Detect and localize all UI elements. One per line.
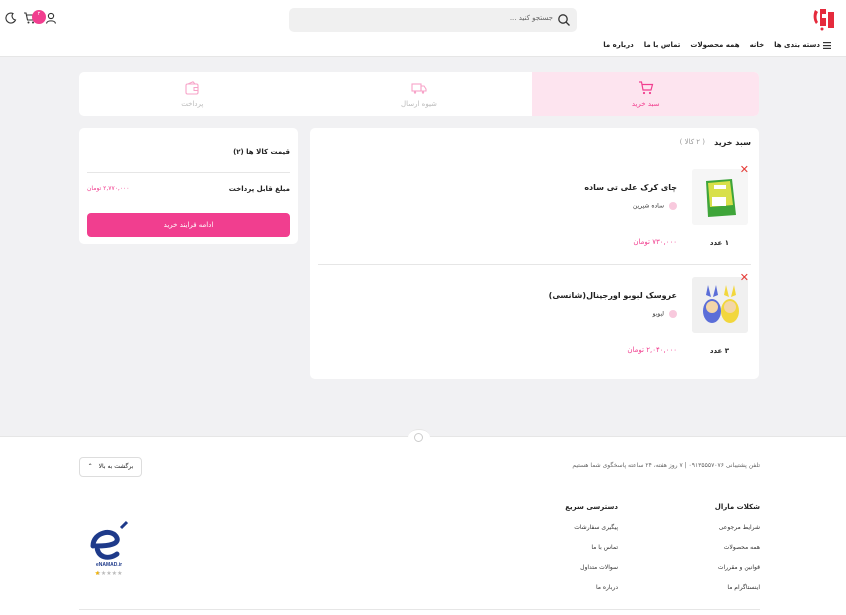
enamad-logo: eNAMAD.ir ★★★★★ ★ [90, 520, 129, 577]
site-header: جستجو کنید ... ۲ دسته بندی ها خانه همه م… [0, 0, 846, 57]
item-price: ۲,۰۴۰,۰۰۰ تومان [627, 346, 677, 354]
site-footer: تلفن پشتیبانی ۰۹۱۳۵۵۵۷۰۷۶ | ۷ روز هفته، … [0, 429, 846, 615]
footer-column-title: دسترسی سریع [565, 503, 618, 511]
cart-item: ✕ عروسک لبوبو اورجینال(شانسی) لبوبو ۳ عد… [310, 271, 759, 383]
nav-home[interactable]: خانه [750, 41, 765, 51]
product-name[interactable]: چای کرک علی تی ساده [584, 183, 677, 192]
cart-item: ✕ چای کرک علی تی ساده ساده شیرین ۱ عدد ۷… [310, 163, 759, 275]
footer-notch-icon [414, 433, 423, 442]
item-quantity: ۳ عدد [709, 347, 729, 355]
cart-button[interactable]: ۲ [23, 10, 46, 24]
variant-label: لبوبو [652, 310, 664, 318]
nav-contact[interactable]: تماس با ما [644, 41, 681, 51]
moon-icon [5, 12, 17, 24]
truck-icon [411, 83, 427, 94]
payable-label: مبلغ قابل پرداخت [228, 185, 290, 193]
header-actions: ۲ [4, 10, 58, 26]
footer-notch [408, 429, 430, 445]
menu-icon [823, 42, 831, 49]
cart-badge: ۲ [32, 10, 46, 24]
summary-divider [87, 172, 290, 173]
item-quantity: ۱ عدد [709, 239, 729, 247]
step-label: سبد خرید [631, 100, 660, 108]
footer-link[interactable]: قوانین و مقررات [715, 564, 760, 571]
search-placeholder: جستجو کنید ... [509, 14, 553, 22]
search-icon [558, 14, 570, 26]
footer-link[interactable]: اینستاگرام ما [715, 584, 760, 591]
product-image[interactable] [692, 169, 748, 225]
footer-link[interactable]: درباره ما [565, 584, 618, 591]
product-variant: ساده شیرین [633, 202, 677, 210]
back-to-top-button[interactable]: برگشت به بالا ⌃ [79, 457, 142, 477]
enamad-badge[interactable]: eNAMAD.ir ★★★★★ ★ [83, 516, 135, 582]
nav-about[interactable]: درباره ما [603, 41, 633, 51]
nav-categories[interactable]: دسته بندی ها [774, 41, 820, 51]
footer-link[interactable]: شرایط مرجوعی [715, 524, 760, 531]
cart-count: ( ۲ کالا ) [679, 138, 705, 146]
enamad-text: eNAMAD.ir [96, 562, 122, 568]
order-summary: قیمت کالا ها (۲) مبلغ قابل پرداخت ۲,۷۷۰,… [79, 128, 298, 244]
item-price: ۷۳۰,۰۰۰ تومان [633, 238, 677, 246]
step-payment[interactable]: پرداخت [79, 72, 306, 116]
variant-swatch [669, 310, 677, 318]
footer-link[interactable]: سوالات متداول [565, 564, 618, 571]
remove-item-button[interactable]: ✕ [740, 271, 749, 284]
support-info: تلفن پشتیبانی ۰۹۱۳۵۵۵۷۰۷۶ | ۷ روز هفته، … [572, 462, 760, 469]
footer-link[interactable]: همه محصولات [715, 544, 760, 551]
product-name[interactable]: عروسک لبوبو اورجینال(شانسی) [549, 291, 677, 300]
step-shipping[interactable]: شیوه ارسال [306, 72, 533, 116]
site-logo[interactable] [810, 6, 836, 32]
step-cart[interactable]: سبد خرید [532, 72, 759, 116]
checkout-steps: سبد خرید شیوه ارسال پرداخت [79, 72, 759, 116]
footer-link[interactable]: پیگیری سفارشات [565, 524, 618, 531]
footer-link[interactable]: تماس با ما [565, 544, 618, 551]
footer-column-quick-access: دسترسی سریع پیگیری سفارشات تماس با ما سو… [565, 503, 618, 604]
cart-icon [638, 81, 653, 95]
user-icon[interactable] [44, 10, 58, 24]
payable-value: ۲,۷۷۰,۰۰۰ تومان [87, 185, 130, 192]
item-divider [318, 264, 751, 265]
footer-divider [79, 609, 760, 610]
remove-item-button[interactable]: ✕ [740, 163, 749, 176]
variant-swatch [669, 202, 677, 210]
footer-column-title: شکلات مارال [714, 503, 760, 511]
nav-all-products[interactable]: همه محصولات [690, 41, 739, 51]
main-nav: دسته بندی ها خانه همه محصولات تماس با ما… [603, 41, 820, 51]
svg-text:★: ★ [95, 570, 100, 577]
search-input[interactable]: جستجو کنید ... [289, 8, 577, 32]
cart-panel: سبد خرید ( ۲ کالا ) ✕ چای کرک علی تی ساد… [310, 128, 759, 379]
step-label: پرداخت [181, 100, 204, 108]
continue-checkout-button[interactable]: ادامه فرایند خرید [87, 213, 290, 237]
theme-toggle[interactable] [4, 10, 18, 24]
cart-title: سبد خرید [714, 138, 751, 147]
back-to-top-label: برگشت به بالا [98, 463, 134, 470]
footer-column-brand: شکلات مارال شرایط مرجوعی همه محصولات قوا… [715, 503, 760, 604]
product-variant: لبوبو [652, 310, 677, 318]
step-label: شیوه ارسال [401, 100, 437, 108]
product-image[interactable] [692, 277, 748, 333]
items-price-label: قیمت کالا ها (۲) [233, 148, 290, 156]
chevron-up-icon: ⌃ [87, 463, 93, 470]
variant-label: ساده شیرین [633, 202, 664, 210]
wallet-icon [185, 81, 199, 95]
